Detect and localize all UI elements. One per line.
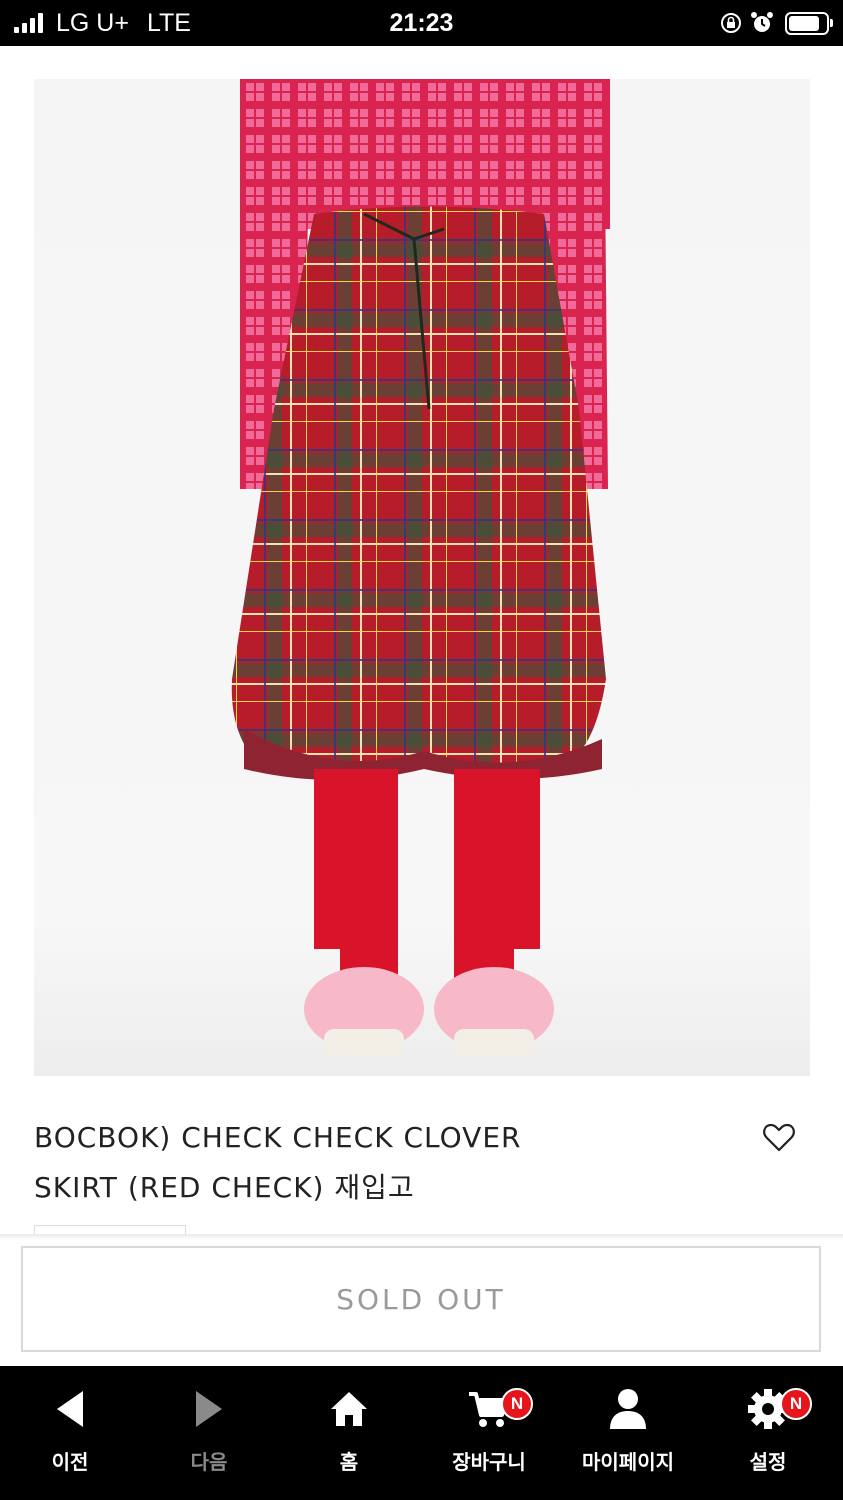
toolbar-settings-label: 설정 <box>749 1450 787 1474</box>
home-icon <box>331 1392 367 1426</box>
product-image[interactable] <box>34 79 810 1076</box>
plaid-skirt-photo <box>231 79 610 1057</box>
user-icon <box>610 1389 646 1429</box>
battery-icon <box>785 11 833 35</box>
toolbar-back-button[interactable]: 이전 <box>0 1366 140 1500</box>
product-title-line2: SKIRT (RED CHECK) 재입고 <box>34 1171 415 1204</box>
toolbar-cart-label: 장바구니 <box>452 1450 526 1474</box>
forward-arrow-icon <box>196 1391 222 1427</box>
toolbar-home-button[interactable]: 홈 <box>279 1366 419 1500</box>
heart-icon[interactable] <box>762 1120 796 1154</box>
toolbar-home-label: 홈 <box>339 1450 359 1474</box>
toolbar-mypage-label: 마이페이지 <box>582 1450 674 1474</box>
status-right <box>719 0 833 46</box>
back-arrow-icon <box>57 1391 83 1427</box>
divider <box>0 1234 843 1240</box>
product-title: BOCBOK) CHECK CHECK CLOVER SKIRT (RED CH… <box>34 1113 684 1213</box>
sold-out-label: SOLD OUT <box>336 1282 506 1316</box>
settings-badge: N <box>780 1388 812 1420</box>
product-title-line1: BOCBOK) CHECK CHECK CLOVER <box>34 1121 522 1154</box>
status-time: 21:23 <box>389 9 454 37</box>
toolbar-cart-button[interactable]: N 장바구니 <box>419 1366 559 1500</box>
orientation-lock-icon <box>721 13 741 33</box>
status-bar: LG U+ LTE 21:23 <box>0 0 843 46</box>
toolbar-forward-button[interactable]: 다음 <box>139 1366 279 1500</box>
sold-out-button[interactable]: SOLD OUT <box>21 1246 821 1352</box>
cart-badge: N <box>501 1388 533 1420</box>
toolbar-back-label: 이전 <box>51 1450 89 1474</box>
bottom-toolbar: 이전 다음 홈 N 장바구니 마이페이지 N 설정 <box>0 1366 843 1500</box>
toolbar-mypage-button[interactable]: 마이페이지 <box>558 1366 698 1500</box>
toolbar-settings-button[interactable]: N 설정 <box>698 1366 838 1500</box>
alarm-icon <box>751 12 773 32</box>
toolbar-forward-label: 다음 <box>190 1450 228 1474</box>
